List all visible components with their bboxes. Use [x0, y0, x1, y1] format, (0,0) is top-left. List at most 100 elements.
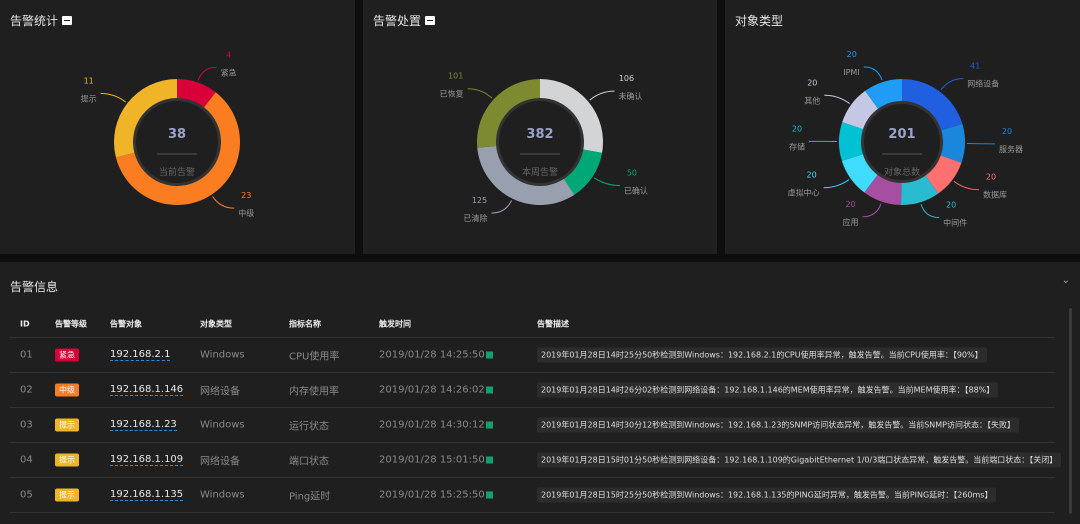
slice-label: 服务器 [999, 144, 1023, 154]
alert-description: 2019年01月28日15时25分50秒检测到Windows：192.168.1… [537, 487, 997, 503]
level-badge: 中级 [55, 383, 79, 397]
object-type: Windows [200, 419, 245, 431]
calendar-icon[interactable] [485, 351, 493, 358]
center-label: 当前告警 [159, 166, 195, 178]
alarm-handling-panel: 告警处置 106 未确认 50 已确认 125 已清除 101 已恢复 382 本周告警 [363, 0, 717, 254]
slice-value: 23 [241, 191, 251, 200]
column-header[interactable]: 告警等级 [55, 318, 87, 329]
slice-value: 20 [847, 50, 857, 59]
leader-line [863, 66, 883, 81]
slice-label: 已确认 [624, 186, 648, 196]
slice-label: 中级 [238, 208, 254, 218]
column-header[interactable]: 指标名称 [289, 318, 321, 329]
slice-label: 未确认 [618, 91, 642, 101]
center-value: 201 [888, 127, 915, 142]
trigger-time: 2019/01/28 14:30:12 [379, 420, 493, 431]
panel-title: 告警统计 [10, 14, 59, 28]
slice-value: 20 [946, 201, 956, 210]
comment-icon[interactable] [425, 16, 436, 25]
slice-label: 网络设备 [967, 79, 999, 89]
slice-label: 数据库 [983, 190, 1007, 200]
table-header: ID 告警等级 告警对象 对象类型 指标名称 触发时间 告警描述 [10, 310, 1055, 338]
slice-value: 20 [1002, 127, 1012, 136]
level-badge: 提示 [55, 488, 79, 502]
trigger-time: 2019/01/28 15:01:50 [379, 455, 493, 466]
slice-value: 41 [970, 62, 980, 71]
leader-line [953, 180, 979, 191]
metric-name: 内存使用率 [289, 386, 339, 398]
table-row[interactable]: 04 提示 192.168.1.109 网络设备 端口状态 2019/01/28 15:0… [10, 443, 1062, 478]
slice-label: 已清除 [463, 213, 487, 223]
center-value: 382 [526, 127, 553, 142]
slice-label: 存储 [789, 141, 805, 151]
row-id: 02 [20, 384, 33, 396]
slice-label: 其他 [804, 95, 820, 105]
donut-slice[interactable] [839, 122, 864, 161]
leader-line [197, 66, 217, 81]
calendar-icon[interactable] [485, 421, 493, 428]
slice-label: 虚拟中心 [788, 188, 820, 198]
calendar-icon[interactable] [485, 386, 493, 393]
level-badge: 提示 [55, 453, 79, 467]
slice-value: 125 [472, 196, 487, 205]
table-row[interactable]: 03 提示 192.168.1.23 Windows 运行状态 2019/01/28 14… [10, 408, 1055, 443]
leader-line [589, 90, 615, 101]
column-header[interactable]: ID [20, 319, 30, 328]
target-link[interactable]: 192.168.2.1 [110, 349, 171, 361]
leader-line [862, 203, 882, 218]
object-type: Windows [200, 349, 245, 361]
metric-name: CPU使用率 [289, 351, 340, 363]
calendar-icon[interactable] [485, 456, 493, 463]
donut-slice[interactable] [113, 79, 177, 158]
slice-value: 4 [226, 50, 231, 59]
object-type: 网络设备 [200, 456, 240, 468]
alarm-stats-panel: 告警统计 4 紧急 23 中级 11 提示 38 当前告警 [0, 0, 355, 254]
column-header[interactable]: 告警对象 [110, 318, 142, 329]
slice-value: 50 [627, 169, 637, 178]
leader-line [212, 196, 235, 209]
row-id: 03 [20, 419, 33, 431]
table-row[interactable]: 01 紧急 192.168.2.1 Windows CPU使用率 2019/01/28 1… [10, 338, 1055, 373]
alert-description: 2019年01月28日14时30分12秒检测到Windows：192.168.1… [537, 417, 1019, 433]
chevron-down-icon[interactable]: ⌄ [1062, 275, 1070, 286]
table-row[interactable]: 02 中级 192.168.1.146 网络设备 内存使用率 2019/01/28 14:… [10, 373, 1055, 408]
panel-title: 对象类型 [735, 14, 784, 28]
object-type: 网络设备 [200, 386, 240, 398]
scrollbar[interactable] [1069, 308, 1072, 514]
leader-line [940, 78, 964, 91]
object-type-panel: 对象类型 41 网络设备 20 服务器 20 数据库 20 中间件 20 应用 20 虚拟中心 20 存储… [725, 0, 1080, 254]
target-link[interactable]: 192.168.1.135 [110, 489, 184, 501]
column-header[interactable]: 对象类型 [200, 318, 232, 329]
slice-label: 已恢复 [440, 89, 464, 99]
panel-title: 告警信息 [10, 280, 59, 294]
level-badge: 紧急 [55, 348, 79, 362]
column-header[interactable]: 触发时间 [379, 318, 411, 329]
row-id: 01 [20, 349, 33, 361]
slice-value: 20 [845, 200, 855, 209]
target-link[interactable]: 192.168.1.109 [110, 454, 184, 466]
target-link[interactable]: 192.168.1.23 [110, 419, 177, 431]
slice-value: 20 [792, 124, 802, 133]
object-type-donut: 41 网络设备 20 服务器 20 数据库 20 中间件 20 应用 20 虚拟中心 20 存储 20 其他 2… [788, 50, 1023, 228]
row-id: 04 [20, 454, 33, 466]
calendar-icon[interactable] [485, 491, 493, 498]
time-text: 2019/01/28 15:01:50 [379, 454, 485, 466]
time-text: 2019/01/28 15:25:50 [379, 489, 485, 501]
comment-icon[interactable] [62, 16, 73, 25]
slice-value: 20 [986, 173, 996, 182]
target-link[interactable]: 192.168.1.146 [110, 384, 184, 396]
slice-value: 20 [806, 171, 816, 180]
slice-value: 11 [84, 76, 94, 85]
slice-value: 106 [619, 74, 634, 83]
object-type: Windows [200, 489, 245, 501]
leader-line [491, 200, 513, 214]
table-row[interactable]: 05 提示 192.168.1.135 Windows Ping延时 2019/01/28… [10, 478, 1055, 513]
alert-description: 2019年01月28日14时25分50秒检测到Windows：192.168.2… [537, 347, 987, 363]
slice-label: 紧急 [221, 67, 237, 77]
leader-line [823, 179, 850, 189]
alert-table: ID 告警等级 告警对象 对象类型 指标名称 触发时间 告警描述 01 紧急 192.168.2.… [10, 310, 1062, 513]
metric-name: Ping延时 [289, 491, 331, 503]
slice-label: 提示 [81, 93, 97, 103]
trigger-time: 2019/01/28 14:25:50 [379, 350, 493, 361]
column-header[interactable]: 告警描述 [537, 318, 569, 329]
